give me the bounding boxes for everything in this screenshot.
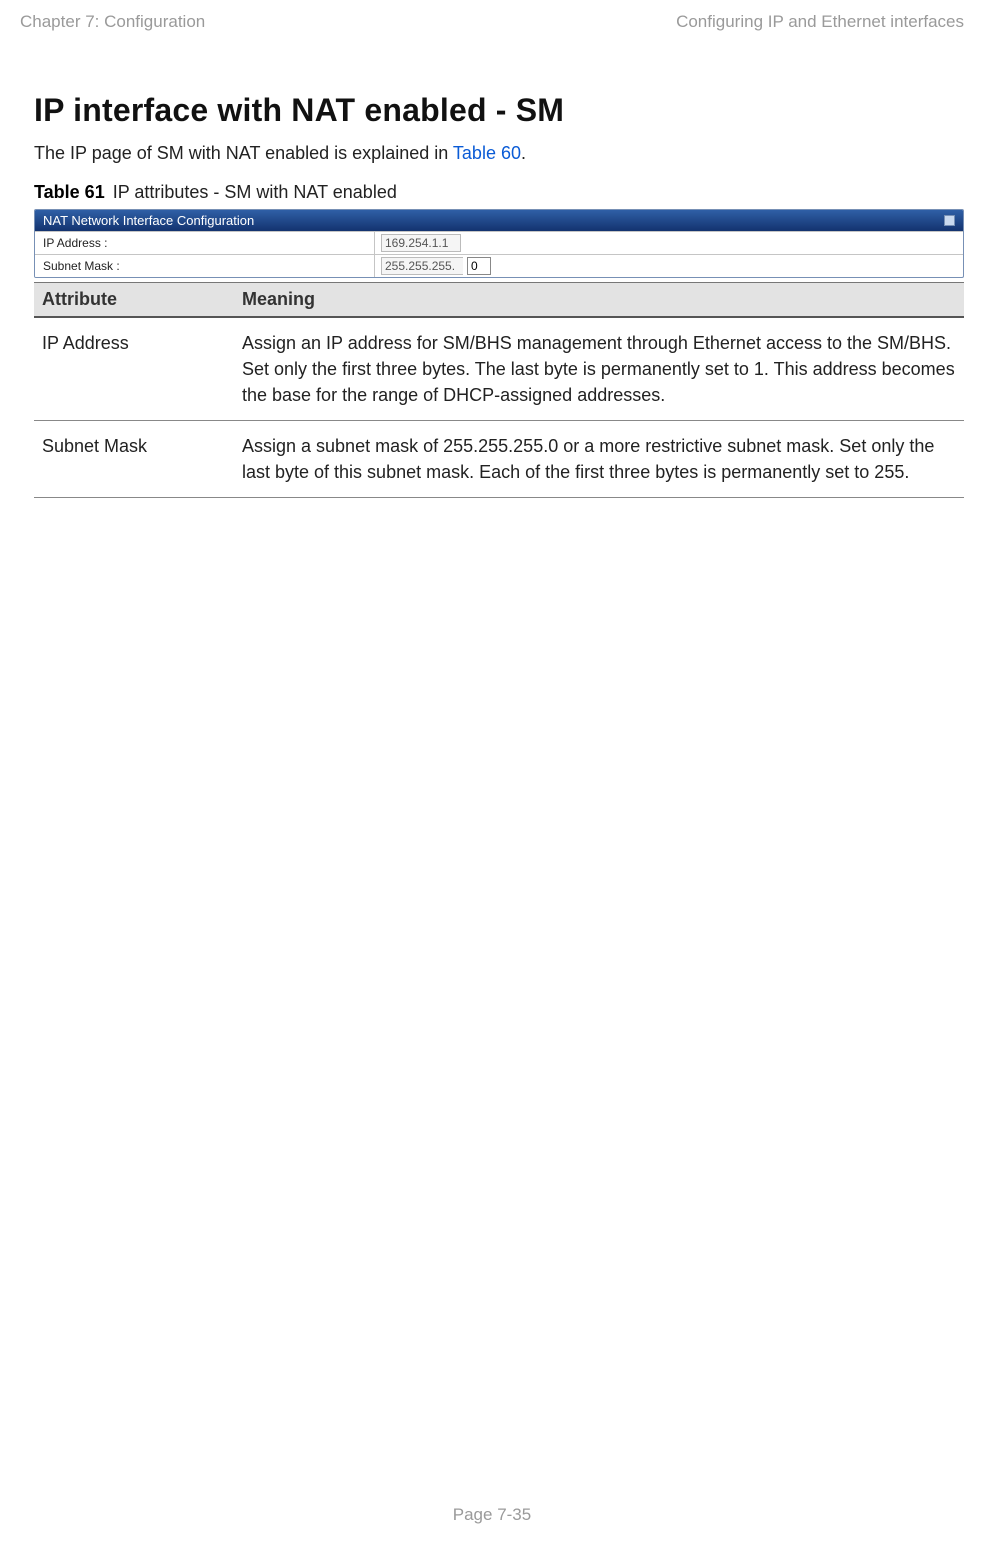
attr-meaning: Assign an IP address for SM/BHS manageme…	[234, 317, 964, 421]
subnet-mask-last-octet-input[interactable]	[467, 257, 491, 275]
running-header: Chapter 7: Configuration Configuring IP …	[20, 12, 964, 32]
page-footer: Page 7-35	[0, 1505, 984, 1525]
attr-meaning: Assign a subnet mask of 255.255.255.0 or…	[234, 421, 964, 498]
header-left: Chapter 7: Configuration	[20, 12, 205, 32]
table-row: IP Address Assign an IP address for SM/B…	[34, 317, 964, 421]
panel-collapse-icon[interactable]	[944, 215, 955, 226]
subnet-mask-label: Subnet Mask :	[35, 255, 375, 277]
attr-name: IP Address	[34, 317, 234, 421]
header-right: Configuring IP and Ethernet interfaces	[676, 12, 964, 32]
table-row: Subnet Mask Assign a subnet mask of 255.…	[34, 421, 964, 498]
table-title: IP attributes - SM with NAT enabled	[113, 182, 397, 202]
attribute-table: Attribute Meaning IP Address Assign an I…	[34, 282, 964, 498]
ip-address-label: IP Address :	[35, 232, 375, 254]
intro-text-post: .	[521, 143, 526, 163]
col-header-meaning: Meaning	[234, 283, 964, 318]
col-header-attribute: Attribute	[34, 283, 234, 318]
panel-row-subnet-mask: Subnet Mask :	[35, 254, 963, 277]
nat-config-panel: NAT Network Interface Configuration IP A…	[34, 209, 964, 278]
table-60-link[interactable]: Table 60	[453, 143, 521, 163]
panel-header: NAT Network Interface Configuration	[35, 210, 963, 231]
table-number: Table 61	[34, 182, 105, 202]
intro-text-pre: The IP page of SM with NAT enabled is ex…	[34, 143, 453, 163]
table-caption: Table 61 IP attributes - SM with NAT enab…	[34, 182, 964, 203]
subnet-mask-prefix	[381, 257, 463, 275]
intro-paragraph: The IP page of SM with NAT enabled is ex…	[34, 143, 964, 164]
ip-address-value	[381, 234, 461, 252]
attr-name: Subnet Mask	[34, 421, 234, 498]
section-title: IP interface with NAT enabled - SM	[34, 92, 964, 129]
panel-title: NAT Network Interface Configuration	[43, 213, 254, 228]
panel-row-ip-address: IP Address :	[35, 231, 963, 254]
